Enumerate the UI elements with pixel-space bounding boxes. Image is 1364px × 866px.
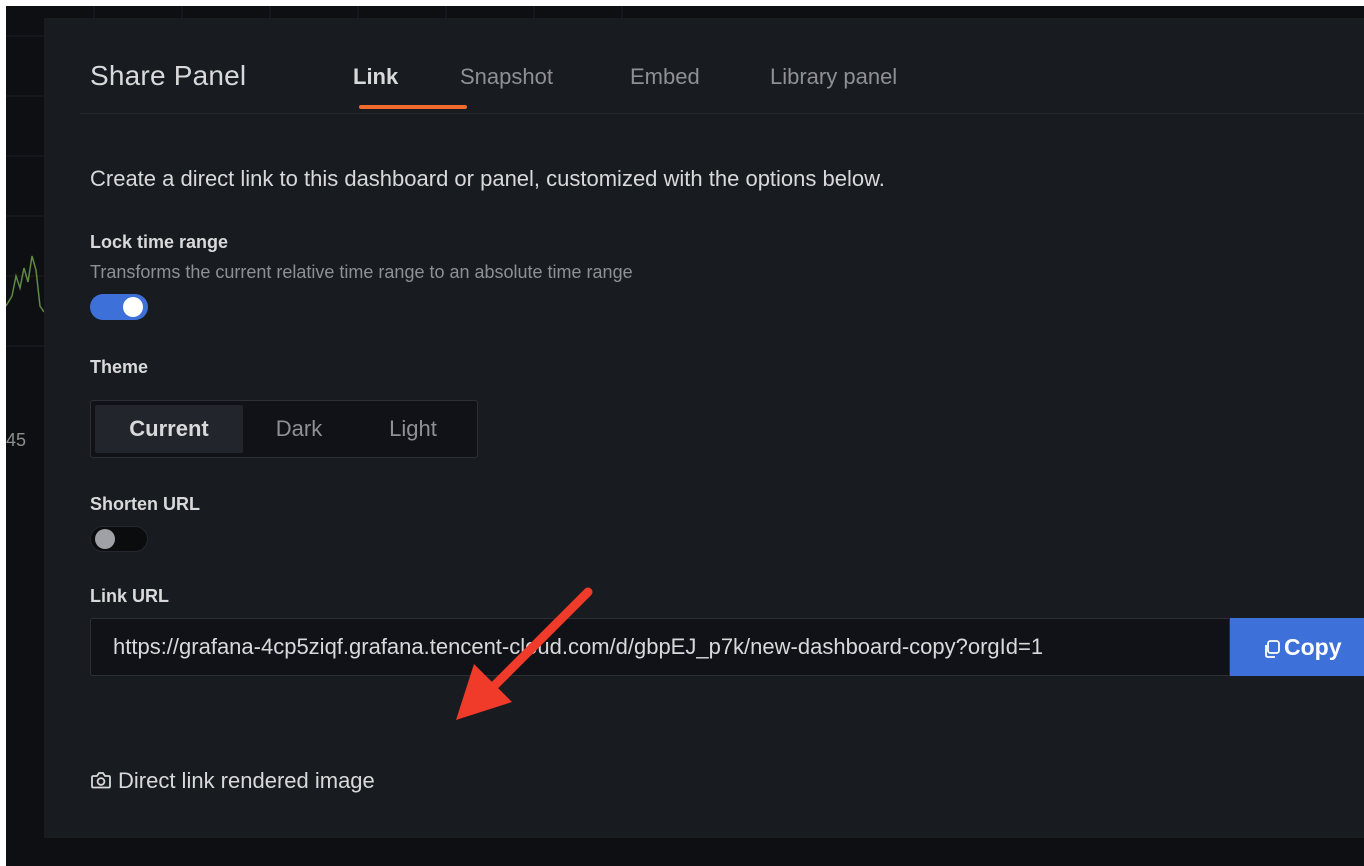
copy-label: Copy [1284, 634, 1342, 660]
theme-label: Theme [90, 357, 149, 377]
shorten-url-toggle[interactable] [90, 526, 148, 552]
toggle-knob [95, 529, 115, 549]
active-tab-indicator [359, 105, 467, 109]
copy-icon [1265, 640, 1280, 658]
theme-radio-group: Current Dark Light [90, 400, 478, 458]
link-url-input[interactable]: https://grafana-4cp5ziqf.grafana.tencent… [90, 618, 1230, 676]
modal-title: Share Panel [90, 60, 247, 91]
theme-option-current[interactable]: Current [95, 405, 243, 453]
link-url-label: Link URL [90, 586, 169, 606]
background-series-line [6, 255, 45, 313]
direct-link-rendered-image[interactable]: Direct link rendered image [90, 768, 375, 794]
shorten-url-label: Shorten URL [90, 494, 200, 514]
lock-time-range-description: Transforms the current relative time ran… [90, 262, 633, 282]
toggle-knob [123, 297, 143, 317]
background-axis-label: 45 [6, 430, 27, 450]
tab-link[interactable]: Link [353, 64, 398, 90]
copy-button[interactable]: Copy [1230, 618, 1364, 676]
rendered-image-label: Direct link rendered image [118, 768, 375, 793]
lock-time-range-label: Lock time range [90, 232, 229, 252]
screen: 45 Share Panel Link Snapshot Embed Libra… [6, 6, 1364, 866]
camera-icon [91, 772, 111, 789]
modal-header: Share Panel Link Snapshot Embed Library … [80, 18, 1364, 114]
theme-option-dark[interactable]: Dark [251, 405, 347, 453]
link-description: Create a direct link to this dashboard o… [90, 166, 885, 191]
tab-snapshot[interactable]: Snapshot [460, 64, 553, 90]
share-panel-modal: Share Panel Link Snapshot Embed Library … [44, 18, 1364, 838]
theme-option-light[interactable]: Light [359, 405, 467, 453]
tab-library-panel[interactable]: Library panel [770, 64, 897, 90]
lock-time-range-toggle[interactable] [90, 294, 148, 320]
tab-embed[interactable]: Embed [630, 64, 700, 90]
